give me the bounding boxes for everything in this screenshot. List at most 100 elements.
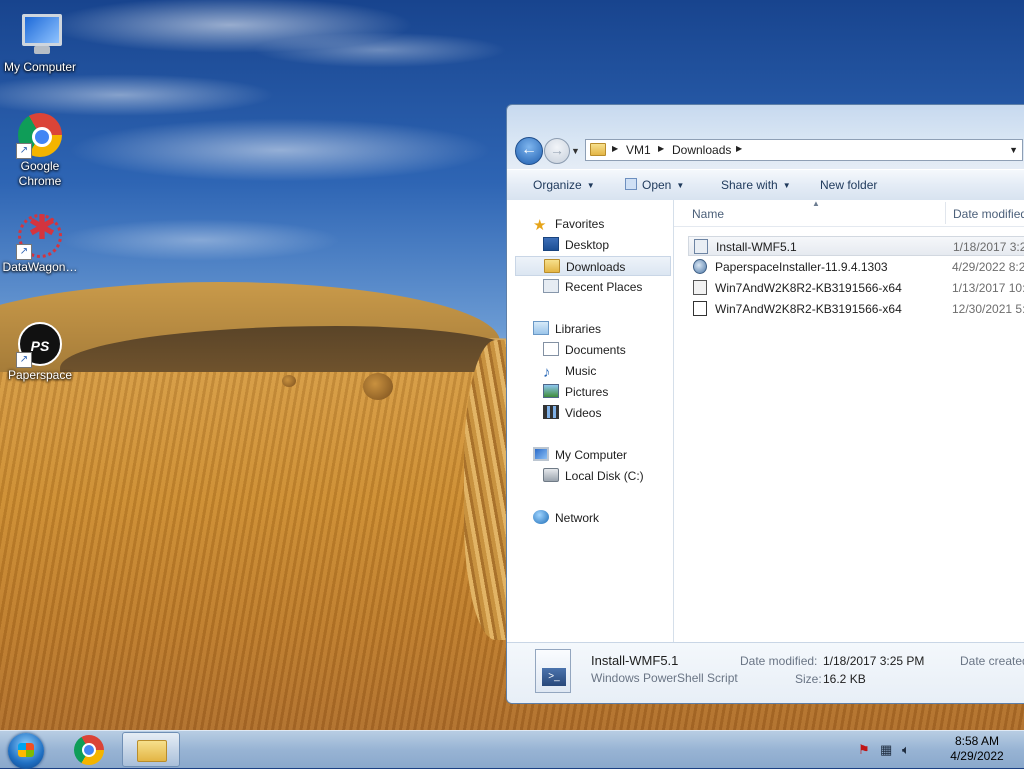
address-bar[interactable]: ▶ VM1 ▶ Downloads ▶ ▼ (585, 139, 1023, 161)
file-name: Win7AndW2K8R2-KB3191566-x64 (715, 302, 902, 316)
computer-icon (16, 10, 64, 58)
command-bar: Organize ▼ Open ▼ Share with ▼ New folder (507, 169, 1024, 201)
shortcut-arrow-icon: ↗ (16, 143, 32, 159)
file-row[interactable]: Win7AndW2K8R2-KB3191566-x64 12/30/2021 5… (688, 299, 1024, 319)
windows-logo-icon (18, 743, 34, 757)
nav-item-music[interactable]: ♪ Music (543, 361, 596, 381)
nav-item-recent-places[interactable]: Recent Places (543, 277, 642, 297)
file-date-modified: 12/30/2021 5:4 (952, 302, 1024, 316)
details-date-modified-label: Date modified: (740, 654, 818, 668)
recent-pages-dropdown[interactable]: ▼ (571, 146, 580, 156)
desktop-icon-label: DataWagon… (2, 260, 78, 274)
file-date-modified: 1/13/2017 10:0 (952, 281, 1024, 295)
file-row[interactable]: Install-WMF5.1 1/18/2017 3:25 (688, 236, 1024, 256)
open-button[interactable]: Open ▼ (625, 178, 684, 192)
chrome-icon (74, 735, 104, 765)
system-tray: ⚑ ▦ 🔈︎ 8:58 AM 4/29/2022 (854, 731, 1024, 768)
address-dropdown-button[interactable]: ▼ (1009, 145, 1018, 155)
taskbar-explorer-button[interactable] (122, 732, 180, 767)
column-divider[interactable] (945, 202, 946, 224)
nav-item-libraries[interactable]: Libraries (533, 319, 601, 339)
navigation-pane: ★ Favorites Desktop Downloads Recent Plac… (507, 200, 674, 642)
nav-item-desktop[interactable]: Desktop (543, 235, 609, 255)
start-button[interactable] (8, 733, 44, 769)
breadcrumb-separator-icon[interactable]: ▶ (736, 144, 742, 153)
details-size-label: Size: (795, 672, 822, 686)
organize-button[interactable]: Organize ▼ (533, 178, 595, 192)
nav-item-documents[interactable]: Documents (543, 340, 626, 360)
wallpaper-hay-bale (282, 375, 296, 387)
network-icon[interactable]: ▦ (880, 743, 894, 757)
organize-label: Organize (533, 178, 582, 192)
file-name: PaperspaceInstaller-11.9.4.1303 (715, 260, 888, 274)
details-size-value: 16.2 KB (823, 672, 866, 686)
nav-item-label: Videos (565, 406, 602, 420)
action-center-flag-icon[interactable]: ⚑ (858, 743, 872, 757)
chevron-down-icon: ▼ (782, 181, 791, 190)
pictures-icon (543, 384, 559, 398)
videos-film-icon (543, 405, 559, 419)
nav-item-my-computer[interactable]: My Computer (533, 445, 627, 465)
forward-button[interactable]: → (544, 138, 570, 164)
nav-item-label: Libraries (555, 322, 602, 336)
file-name: Install-WMF5.1 (716, 240, 797, 254)
windows-explorer-icon (137, 740, 167, 762)
desktop-icon (543, 237, 559, 251)
star-icon: ★ (533, 217, 547, 234)
nav-item-label: Local Disk (C:) (565, 469, 644, 483)
shortcut-arrow-icon: ↗ (16, 352, 32, 368)
column-header-date-modified[interactable]: Date modified (953, 207, 1024, 221)
chevron-down-icon[interactable]: ▼ (676, 181, 684, 190)
desktop-icon-google-chrome[interactable]: ↗ Google Chrome (0, 113, 80, 189)
msu-package-icon (693, 280, 707, 295)
new-folder-button[interactable]: New folder (820, 178, 877, 192)
nav-item-label: Downloads (566, 260, 626, 274)
sort-ascending-icon: ▲ (812, 199, 820, 208)
breadcrumb-vm1[interactable]: VM1 (626, 143, 651, 157)
details-file-type: Windows PowerShell Script (591, 671, 738, 685)
explorer-window: ← → ▼ ▶ VM1 ▶ Downloads ▶ ▼ Organize ▼ Op… (506, 104, 1024, 704)
nav-item-label: Documents (565, 343, 626, 357)
network-globe-icon (533, 510, 549, 524)
nav-item-network[interactable]: Network (533, 508, 599, 528)
details-file-name: Install-WMF5.1 (591, 653, 679, 668)
file-date-modified: 4/29/2022 8:29 (952, 260, 1024, 274)
file-date-modified: 1/18/2017 3:25 (953, 240, 1024, 254)
share-with-button[interactable]: Share with ▼ (721, 178, 791, 192)
wallpaper-hay-bale (363, 373, 393, 400)
hard-disk-icon (543, 468, 559, 482)
desktop-icon-my-computer[interactable]: My Computer (0, 10, 80, 75)
nav-item-label: Recent Places (565, 280, 643, 294)
breadcrumb-separator-icon[interactable]: ▶ (612, 144, 618, 153)
breadcrumb-separator-icon[interactable]: ▶ (658, 144, 664, 153)
back-button[interactable]: ← (515, 137, 543, 165)
folder-icon (590, 143, 606, 156)
details-date-modified-value: 1/18/2017 3:25 PM (823, 654, 925, 668)
desktop-icon-label: Google Chrome (18, 159, 62, 188)
installer-icon (693, 259, 707, 274)
desktop-icon-paperspace[interactable]: PS ↗ Paperspace (0, 322, 80, 383)
forward-arrow-icon: → (550, 142, 564, 158)
nav-item-favorites[interactable]: ★ Favorites (533, 214, 604, 234)
nav-item-videos[interactable]: Videos (543, 403, 601, 423)
recent-places-icon (543, 279, 559, 293)
file-row[interactable]: PaperspaceInstaller-11.9.4.1303 4/29/202… (688, 257, 1024, 277)
column-header-row: Name ▲ Date modified (674, 199, 1024, 227)
powershell-script-icon (694, 239, 708, 254)
navigation-bar: ← → ▼ ▶ VM1 ▶ Downloads ▶ ▼ (507, 133, 1024, 167)
volume-icon[interactable]: 🔈︎ (902, 743, 916, 757)
nav-item-label: Music (565, 364, 597, 378)
document-icon (625, 178, 637, 190)
taskbar-chrome-button[interactable] (60, 732, 118, 767)
nav-item-downloads[interactable]: Downloads (515, 256, 671, 276)
column-header-name[interactable]: Name (692, 207, 724, 221)
computer-icon (533, 447, 549, 461)
nav-item-local-disk[interactable]: Local Disk (C:) (543, 466, 644, 486)
file-row[interactable]: Win7AndW2K8R2-KB3191566-x64 1/13/2017 10… (688, 278, 1024, 298)
clock-date: 4/29/2022 (950, 749, 1004, 763)
clock[interactable]: 8:58 AM 4/29/2022 (932, 734, 1022, 764)
nav-item-pictures[interactable]: Pictures (543, 382, 608, 402)
breadcrumb-downloads[interactable]: Downloads (672, 143, 731, 157)
taskbar: ⚑ ▦ 🔈︎ 8:58 AM 4/29/2022 (0, 730, 1024, 769)
desktop-icon-datawagon[interactable]: ↗ DataWagon… (0, 214, 80, 275)
